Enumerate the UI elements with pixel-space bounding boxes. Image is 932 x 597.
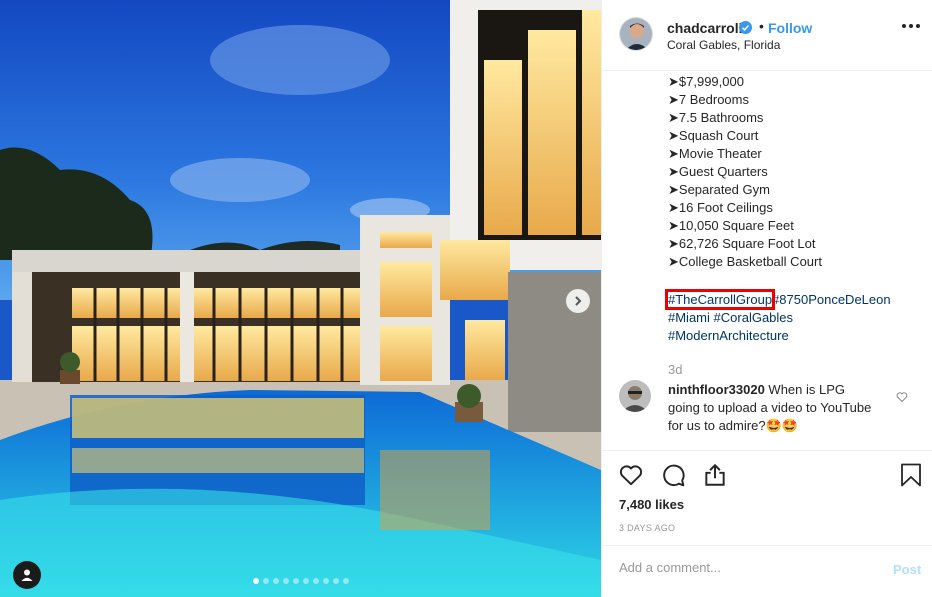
caption-line: ➤$7,999,000 [668,74,744,89]
carousel-dot [313,578,319,584]
user-tag-icon [21,569,33,581]
author-avatar[interactable] [619,17,653,51]
post-header: chadcarroll • Follow Coral Gables, Flori… [602,0,932,71]
post-caption: ➤$7,999,000 ➤7 Bedrooms ➤7.5 Bathrooms ➤… [664,73,928,377]
next-arrow-icon [575,296,582,306]
likes-count[interactable]: 7,480 likes [619,497,684,512]
caption-timestamp[interactable]: 3d [668,362,928,377]
bookmark-icon[interactable] [900,463,922,487]
caption-line: ➤Movie Theater [668,146,762,161]
carousel-dot [303,578,309,584]
post-timestamp[interactable]: 3 DAYS AGO [619,523,675,533]
caption-line: ➤Guest Quarters [668,164,768,179]
hashtag-8750poncedeleon[interactable]: #8750PonceDeLeon [772,292,891,307]
carousel-dot [273,578,279,584]
carousel-dot [333,578,339,584]
hashtag-modernarchitecture[interactable]: #ModernArchitecture [668,328,789,343]
more-options-icon[interactable] [902,24,920,28]
hashtag-coralgables[interactable]: #CoralGables [714,310,794,325]
caption-line: ➤College Basketball Court [668,254,822,269]
carousel-dot [263,578,269,584]
carousel-indicator [253,578,349,584]
caption-line: ➤16 Foot Ceilings [668,200,773,215]
caption-line: ➤Separated Gym [668,182,770,197]
carousel-dot [293,578,299,584]
comment-input[interactable] [619,560,869,575]
next-image-button[interactable] [566,289,590,313]
caption-line: ➤Squash Court [668,128,759,143]
comment-text: ninthfloor33020 When is LPG going to upl… [668,381,878,435]
comment-icon[interactable] [660,462,686,488]
hashtag-block: #TheCarrollGroup#8750PonceDeLeon #Miami … [664,289,928,345]
share-icon[interactable] [702,462,728,488]
heart-icon[interactable] [618,462,644,488]
post-detail-panel: chadcarroll • Follow Coral Gables, Flori… [601,0,932,597]
author-username[interactable]: chadcarroll [667,20,742,36]
caption-line: ➤62,726 Square Foot Lot [668,236,816,251]
post-actions: 7,480 likes 3 DAYS AGO Post [602,450,932,597]
post-comment-button[interactable]: Post [893,562,921,577]
commenter-avatar[interactable] [619,380,651,412]
post-location[interactable]: Coral Gables, Florida [667,38,780,52]
commenter-username[interactable]: ninthfloor33020 [668,382,765,397]
carousel-dot [253,578,259,584]
caption-line: ➤10,050 Square Feet [668,218,794,233]
caption-line: ➤7 Bedrooms [668,92,749,107]
add-comment-bar: Post [602,545,932,597]
hashtag-thecarrollgroup[interactable]: #TheCarrollGroup [664,289,776,310]
dot-separator: • [759,18,764,34]
verified-badge-icon [739,21,752,34]
caption-line: ➤7.5 Bathrooms [668,110,764,125]
carousel-dot [323,578,329,584]
small-heart-icon[interactable] [896,391,908,403]
hashtag-miami[interactable]: #Miami [668,310,710,325]
follow-button[interactable]: Follow [768,20,812,36]
post-photo[interactable] [0,0,601,597]
user-tag-button[interactable] [13,561,41,589]
carousel-dot [343,578,349,584]
carousel-dot [283,578,289,584]
